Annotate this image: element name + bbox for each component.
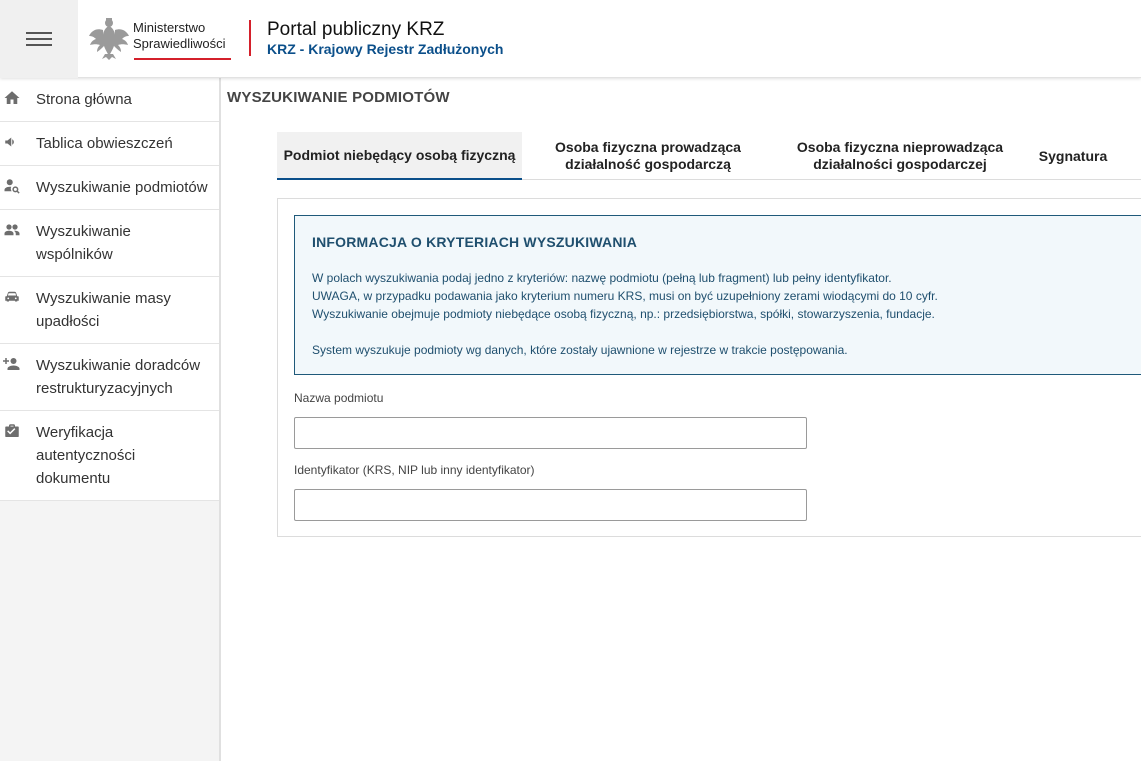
polish-eagle-emblem-icon bbox=[89, 18, 129, 60]
sidebar-item-bankruptcy-estate-search[interactable]: Wyszukiwanie masy upadłości bbox=[0, 277, 219, 344]
portal-subtitle: KRZ - Krajowy Rejestr Zadłużonych bbox=[267, 41, 504, 57]
ministry-name-line1: Ministerstwo bbox=[133, 20, 206, 35]
sidebar-item-label: Wyszukiwanie wspólników bbox=[36, 223, 131, 263]
search-tabs: Podmiot niebędący osobą fizyczną Osoba f… bbox=[277, 132, 1141, 180]
sidebar-item-entity-search[interactable]: Wyszukiwanie podmiotów bbox=[0, 166, 219, 210]
sidebar-item-label: Wyszukiwanie doradców restrukturyzacyjny… bbox=[36, 357, 201, 397]
briefcase-check-icon bbox=[0, 422, 36, 440]
top-header: Ministerstwo Sprawiedliwości Portal publ… bbox=[0, 0, 1141, 78]
content-area: Podmiot niebędący osobą fizyczną Osoba f… bbox=[235, 116, 1141, 761]
hamburger-menu-icon[interactable] bbox=[0, 0, 78, 78]
page-title-bar: WYSZUKIWANIE PODMIOTÓW bbox=[221, 78, 1141, 116]
identifier-label: Identyfikator (KRS, NIP lub inny identyf… bbox=[294, 463, 535, 477]
sidebar-nav: Strona główna Tablica obwieszczeń Wyszuk… bbox=[0, 78, 219, 501]
person-search-icon bbox=[0, 177, 36, 195]
sidebar-item-partners-search[interactable]: Wyszukiwanie wspólników bbox=[0, 210, 219, 277]
megaphone-icon bbox=[0, 133, 36, 151]
person-add-icon bbox=[0, 355, 36, 373]
ministry-underline bbox=[134, 58, 231, 60]
ministry-logo[interactable]: Ministerstwo Sprawiedliwości bbox=[88, 16, 233, 62]
car-icon bbox=[0, 288, 36, 306]
info-title: INFORMACJA O KRYTERIACH WYSZUKIWANIA bbox=[312, 234, 638, 250]
info-line: UWAGA, w przypadku podawania jako kryter… bbox=[312, 289, 938, 303]
sidebar-item-label: Tablica obwieszczeń bbox=[36, 135, 173, 152]
tab-signature[interactable]: Sygnatura bbox=[1033, 132, 1113, 180]
sidebar-item-label: Weryfikacja autentyczności dokumentu bbox=[36, 424, 136, 487]
tab-natural-person-business[interactable]: Osoba fizyczna prowadząca działalność go… bbox=[535, 132, 761, 180]
portal-title: Portal publiczny KRZ bbox=[267, 19, 445, 40]
ministry-name: Ministerstwo Sprawiedliwości bbox=[133, 20, 225, 52]
info-line: W polach wyszukiwania podaj jedno z kryt… bbox=[312, 271, 892, 285]
entity-name-label: Nazwa podmiotu bbox=[294, 391, 384, 405]
identifier-input[interactable] bbox=[294, 489, 807, 521]
entity-name-input[interactable] bbox=[294, 417, 807, 449]
main-area: WYSZUKIWANIE PODMIOTÓW Podmiot niebędący… bbox=[221, 78, 1141, 761]
sidebar-item-announcements[interactable]: Tablica obwieszczeń bbox=[0, 122, 219, 166]
sidebar-item-label: Wyszukiwanie podmiotów bbox=[36, 179, 208, 196]
info-line: System wyszukuje podmioty wg danych, któ… bbox=[312, 343, 848, 357]
sidebar-item-advisors-search[interactable]: Wyszukiwanie doradców restrukturyzacyjny… bbox=[0, 344, 219, 411]
info-text: W polach wyszukiwania podaj jedno z kryt… bbox=[312, 269, 938, 359]
people-icon bbox=[0, 221, 36, 239]
search-form: INFORMACJA O KRYTERIACH WYSZUKIWANIA W p… bbox=[277, 198, 1141, 537]
page-title: WYSZUKIWANIE PODMIOTÓW bbox=[227, 89, 450, 106]
content-panel: Podmiot niebędący osobą fizyczną Osoba f… bbox=[235, 116, 1141, 761]
header-separator bbox=[249, 20, 251, 56]
sidebar-item-home[interactable]: Strona główna bbox=[0, 78, 219, 122]
sidebar-item-label: Strona główna bbox=[36, 91, 132, 108]
sidebar-item-label: Wyszukiwanie masy upadłości bbox=[36, 290, 171, 330]
sidebar-item-document-verification[interactable]: Weryfikacja autentyczności dokumentu bbox=[0, 411, 219, 501]
tab-natural-person-non-business[interactable]: Osoba fizyczna nieprowadząca działalnośc… bbox=[793, 132, 1007, 180]
search-criteria-info: INFORMACJA O KRYTERIACH WYSZUKIWANIA W p… bbox=[294, 215, 1141, 375]
home-icon bbox=[0, 89, 36, 107]
ministry-name-line2: Sprawiedliwości bbox=[133, 36, 226, 51]
tab-non-natural-person[interactable]: Podmiot niebędący osobą fizyczną bbox=[277, 132, 522, 180]
info-line: Wyszukiwanie obejmuje podmioty niebędące… bbox=[312, 307, 935, 321]
sidebar: Strona główna Tablica obwieszczeń Wyszuk… bbox=[0, 78, 221, 761]
